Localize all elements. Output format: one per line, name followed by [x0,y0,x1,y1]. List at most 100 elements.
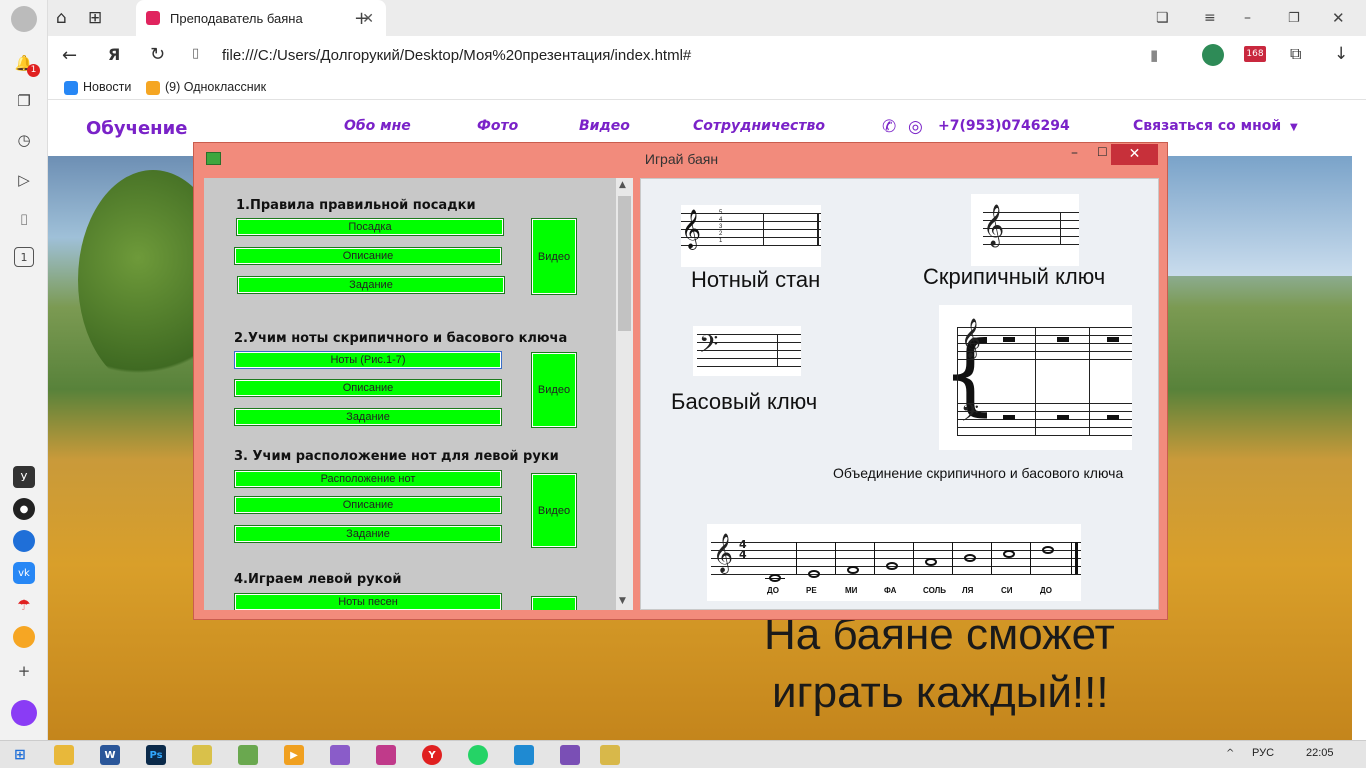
bar-line [952,542,953,574]
tabs-icon[interactable]: ❏ [1156,0,1176,36]
contact-dropdown[interactable]: Связаться со мной ▼ [1133,118,1298,134]
scroll-down-icon[interactable]: ▼ [619,596,626,606]
home-icon[interactable]: ⌂ [56,0,82,36]
clock[interactable]: 22:05 [1306,747,1334,759]
app-window-icon[interactable] [600,745,620,765]
bookmark-icon[interactable]: ▮ [1150,46,1158,64]
notes-button[interactable]: Ноты (Рис.1-7) [234,351,502,369]
alice-icon[interactable]: ● [13,498,35,520]
vk-icon[interactable]: vk [13,562,35,584]
nav-cooperation[interactable]: Сотрудничество [693,118,825,134]
play-icon[interactable]: ▷ [11,167,37,193]
note-label: МИ [845,586,858,595]
section-1-task-button[interactable]: Задание [237,276,505,294]
bookmark-ok[interactable]: (9) Одноклассник [165,80,270,94]
app-icon-pink[interactable] [376,745,396,765]
menu-icon[interactable]: ≡ [1204,0,1224,36]
nav-video[interactable]: Видео [579,118,630,134]
phone-icon: ✆ [882,117,897,137]
section-3-task-button[interactable]: Задание [234,525,502,543]
note-label: ДО [767,586,779,595]
combined-caption: Объединение скрипичного и басового ключа [833,465,1124,481]
bass-clef-icon: 𝄢 [699,330,719,365]
section-2-task-button[interactable]: Задание [234,408,502,426]
profile-avatar[interactable] [11,6,37,32]
umbrella-icon[interactable]: ☂ [13,594,35,616]
bar-line [796,542,797,574]
scale-note [1003,550,1015,558]
language-indicator[interactable]: РУС [1252,747,1274,759]
minimize-icon[interactable]: – [1244,0,1264,36]
tab-active[interactable]: Преподаватель баяна ✕ [136,0,386,36]
section-3-description-button[interactable]: Описание [234,496,502,514]
mail-icon[interactable] [13,626,35,648]
bass-clef-icon: 𝄢 [961,399,980,432]
window-titlebar[interactable]: Играй баян – ☐ ✕ [194,143,1169,173]
assistant-icon[interactable] [11,700,37,726]
scale-note [886,562,898,570]
counter-icon[interactable]: 1 [14,247,34,267]
phone-number[interactable]: +7(953)0746294 [938,118,1070,134]
extension-badge[interactable]: 168 [1244,46,1266,62]
visual-studio-2-icon[interactable] [560,745,580,765]
nav-photo[interactable]: Фото [477,118,518,134]
scroll-thumb[interactable] [618,196,631,331]
section-2-description-button[interactable]: Описание [234,379,502,397]
collections-icon[interactable]: ❐ [11,88,37,114]
win-maximize-icon[interactable]: ☐ [1097,145,1108,159]
lessons-scrollbar[interactable]: ▲ ▼ [616,178,633,610]
reload-icon[interactable]: ↻ [150,44,165,65]
song-notes-button[interactable]: Ноты песен [234,593,502,610]
media-icon[interactable]: ▶ [284,745,304,765]
url-text[interactable]: file:///C:/Users/Долгорукий/Desktop/Моя%… [222,47,691,64]
scale-note [925,558,937,566]
word-icon[interactable]: W [100,745,120,765]
yandex-icon[interactable]: Я [108,45,120,64]
explorer-icon[interactable] [54,745,74,765]
win-close-button[interactable]: ✕ [1111,144,1158,165]
bar-line [835,542,836,574]
scroll-up-icon[interactable]: ▲ [619,180,626,190]
back-icon[interactable]: ← [62,45,77,66]
posture-button[interactable]: Посадка [236,218,504,236]
yandex-browser-icon[interactable]: Y [422,745,442,765]
section-3-video-button[interactable]: Видео [531,473,577,548]
lessons-panel: 1.Правила правильной посадки Посадка Опи… [204,178,616,610]
section-4-video-button[interactable] [531,596,577,610]
notes-layout-button[interactable]: Расположение нот [234,470,502,488]
win-minimize-icon[interactable]: – [1071,145,1078,161]
app-icon-green[interactable] [238,745,258,765]
paint-icon[interactable] [192,745,212,765]
staff-image: 𝄞 54321 [681,205,821,267]
site-brand[interactable]: Обучение [86,118,187,139]
section-2-title: 2.Учим ноты скрипичного и басового ключа [234,331,568,346]
vscode-icon[interactable] [514,745,534,765]
section-2-video-button[interactable]: Видео [531,352,577,428]
tray-up-icon[interactable]: ^ [1226,748,1234,759]
new-group-icon[interactable]: ⊞ [88,0,114,36]
zen-icon[interactable] [13,530,35,552]
photoshop-icon[interactable]: Ps [146,745,166,765]
new-tab-icon[interactable]: + [354,0,378,36]
vk-icon [64,81,78,95]
shield-icon[interactable] [1202,44,1224,66]
visual-studio-icon[interactable] [330,745,350,765]
camera-icon[interactable]: ⌷ [11,207,37,233]
section-1-video-button[interactable]: Видео [531,218,577,295]
bar-line [874,542,875,574]
whatsapp-icon[interactable] [468,745,488,765]
restore-icon[interactable]: ❐ [1288,0,1308,36]
history-icon[interactable]: ◷ [11,127,37,153]
add-icon[interactable]: + [11,658,37,684]
nav-about[interactable]: Обо мне [344,118,411,134]
section-1-description-button[interactable]: Описание [234,247,502,265]
extensions-icon[interactable]: ⧉ [1290,44,1301,64]
close-window-icon[interactable]: ✕ [1332,0,1352,36]
start-icon[interactable]: ⊞ [10,745,30,765]
app-window: Играй баян – ☐ ✕ 1.Правила правильной по… [193,142,1168,620]
download-icon[interactable]: ↓ [1334,44,1348,64]
scale-note [1042,546,1054,554]
app-u-icon[interactable]: У [13,466,35,488]
ok-icon [146,81,160,95]
bookmark-news[interactable]: Новости [83,80,131,94]
